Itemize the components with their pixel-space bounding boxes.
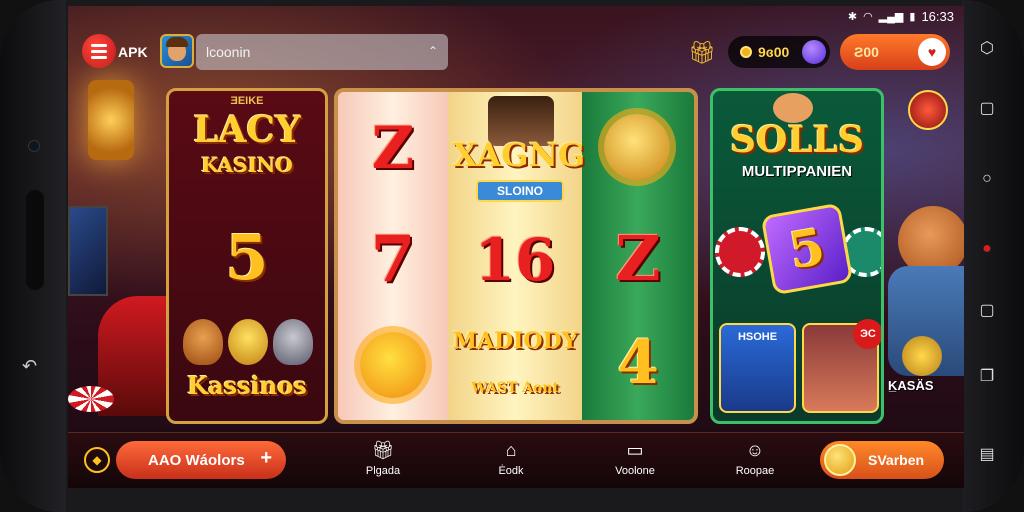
game-card-solls-multiplayer[interactable]: SOLLS MULTIPPANIEN 5 HSOHE ЭС (710, 88, 884, 424)
lion-mascot (888, 206, 964, 406)
game-card-xagng-slots[interactable]: Z 7 16 MADIODY WAST Aont Z 4 XAGNG SLOIN… (334, 88, 698, 424)
bottom-bar: ◆ AAO Wáolors + 🎁︎ Plgada ⌂ Ėodk ▭ Voolo… (68, 432, 964, 488)
game-footer: Kassinos (187, 371, 307, 400)
nav-item-chat[interactable]: ▭ Voolone (600, 439, 670, 483)
coins-balance[interactable]: 9ɞ00 (728, 36, 830, 68)
wolf-icon (273, 319, 313, 365)
game-card-lacy-kasino[interactable]: ƎEIKE LACY KASINO 5 Kassinos (166, 88, 328, 424)
fox-icon (183, 319, 223, 365)
reel-symbol: 7 (370, 222, 416, 297)
front-camera (28, 140, 40, 152)
app-screen: ✱ ◠ ▂▄▆ ▮ 16:33 APK lcoonin ⌃ 🎁︎ 9ɞ00 Ƨ0… (68, 6, 964, 488)
deposit-button[interactable]: Ƨ00 ♥ (840, 34, 950, 70)
side-button (26, 190, 44, 290)
thumbnail-row: HSOHE ЭС (719, 319, 881, 413)
thumbnail[interactable]: ЭС (802, 319, 881, 413)
lantern-icon (908, 90, 948, 130)
dot-icon[interactable]: ○ (976, 168, 998, 190)
add-wallet-label: AAO Wáolors (148, 451, 245, 469)
game-title: LACY (193, 109, 301, 151)
game-title: XAGNG (452, 136, 586, 174)
bluetooth-icon: ✱ (847, 10, 858, 23)
game-subtitle: SLOINO (476, 180, 564, 202)
status-time: 16:33 (921, 8, 954, 24)
phone-frame: ↶ ✱ ◠ ▂▄▆ ▮ 16:33 APK lcoonin ⌃ 🎁︎ 9ɞ00 (0, 0, 1024, 512)
back-arrow-icon[interactable]: ↶ (22, 356, 37, 377)
coin-icon (740, 46, 752, 58)
rewards-label: SVarben (868, 452, 925, 468)
coin-face-icon (228, 319, 268, 365)
nav-label: Plgada (365, 465, 401, 477)
top-bar: APK lcoonin ⌃ 🎁︎ 9ɞ00 Ƨ00 ♥ (68, 30, 964, 76)
avatar[interactable] (160, 34, 194, 68)
game-subtitle: MULTIPPANIEN (741, 163, 853, 180)
nav-item-profile[interactable]: ☺ Roopae (720, 439, 790, 483)
animals-illustration (183, 319, 313, 369)
dice-icon: 5 (760, 202, 854, 296)
game-tag: ƎEIKE (230, 95, 264, 107)
rewards-button[interactable]: SVarben (820, 441, 944, 479)
reel-symbol: 16 (474, 226, 556, 294)
recent-apps-icon[interactable]: ❐ (976, 366, 998, 388)
gem-icon (802, 40, 826, 64)
chevron-up-icon[interactable]: ⌃ (428, 44, 438, 58)
reel-symbol: MADIODY (452, 328, 578, 354)
gift-icon[interactable]: 🎁︎ (688, 40, 716, 66)
badge: ЭС (853, 319, 881, 349)
smiley-coin-icon (604, 114, 670, 180)
settings-icon[interactable]: ⬡ (976, 38, 998, 60)
nav-item-promos[interactable]: 🎁︎ Plgada (348, 439, 418, 483)
chat-icon: ▭ (626, 440, 644, 460)
reel-1: Z 7 (338, 92, 448, 420)
chip-icon (68, 386, 114, 412)
gold-coin-icon (824, 444, 856, 476)
nav-item-home[interactable]: ⌂ Ėodk (476, 439, 546, 483)
gift-icon: 🎁︎ (371, 440, 395, 460)
nav-label: Roopae (735, 465, 775, 477)
signal-icon: ▂▄▆ (878, 10, 904, 23)
system-icons: ⬡ ▢ ○ ● ▢ ❐ ▤ (974, 0, 1004, 512)
thumbnail-label: HSOHE (737, 331, 778, 343)
wifi-icon: ◠ (863, 10, 873, 23)
square-icon[interactable]: ▢ (976, 98, 998, 120)
coin-icon (902, 336, 942, 376)
square-icon[interactable]: ▢ (976, 300, 998, 322)
nav-label: Ėodk (498, 465, 524, 477)
apk-label[interactable]: APK (118, 44, 148, 60)
add-wallet-button[interactable]: AAO Wáolors + (116, 441, 286, 479)
coins-value: 9ɞ00 (758, 44, 790, 60)
deco-label: K̲ASÄS (888, 378, 934, 393)
sun-icon (360, 332, 426, 398)
slot-machine-decoration (68, 206, 108, 296)
bag-icon: ♥ (918, 38, 946, 66)
deposit-value: Ƨ00 (854, 44, 879, 60)
plus-icon: + (260, 447, 272, 469)
chip-icon (715, 227, 765, 277)
menu-button[interactable] (82, 34, 116, 68)
thumbnail[interactable]: HSOHE (719, 323, 796, 413)
battery-icon: ▮ (909, 10, 916, 23)
user-icon: ☺ (745, 440, 765, 460)
game-title: SOLLS (730, 119, 864, 161)
menu-icon[interactable]: ▤ (976, 444, 998, 466)
status-bar: ✱ ◠ ▂▄▆ ▮ 16:33 (848, 6, 954, 26)
dice-value: 5 (784, 216, 830, 281)
game-subtitle: KASINO (201, 153, 293, 177)
reel-symbol: Z (615, 222, 661, 295)
reel-symbol: 4 (617, 328, 659, 398)
record-icon[interactable]: ● (976, 238, 998, 260)
reel-symbol: WAST Aont (471, 380, 559, 396)
reel-symbol: Z (371, 114, 415, 182)
search-input[interactable]: lcoonin ⌃ (196, 34, 448, 70)
nav-label: Voolone (615, 465, 655, 477)
lantern-icon (88, 80, 134, 160)
game-number: 5 (225, 221, 269, 294)
home-icon: ⌂ (505, 440, 517, 460)
coin-icon[interactable]: ◆ (84, 447, 110, 473)
search-value: lcoonin (206, 44, 251, 60)
